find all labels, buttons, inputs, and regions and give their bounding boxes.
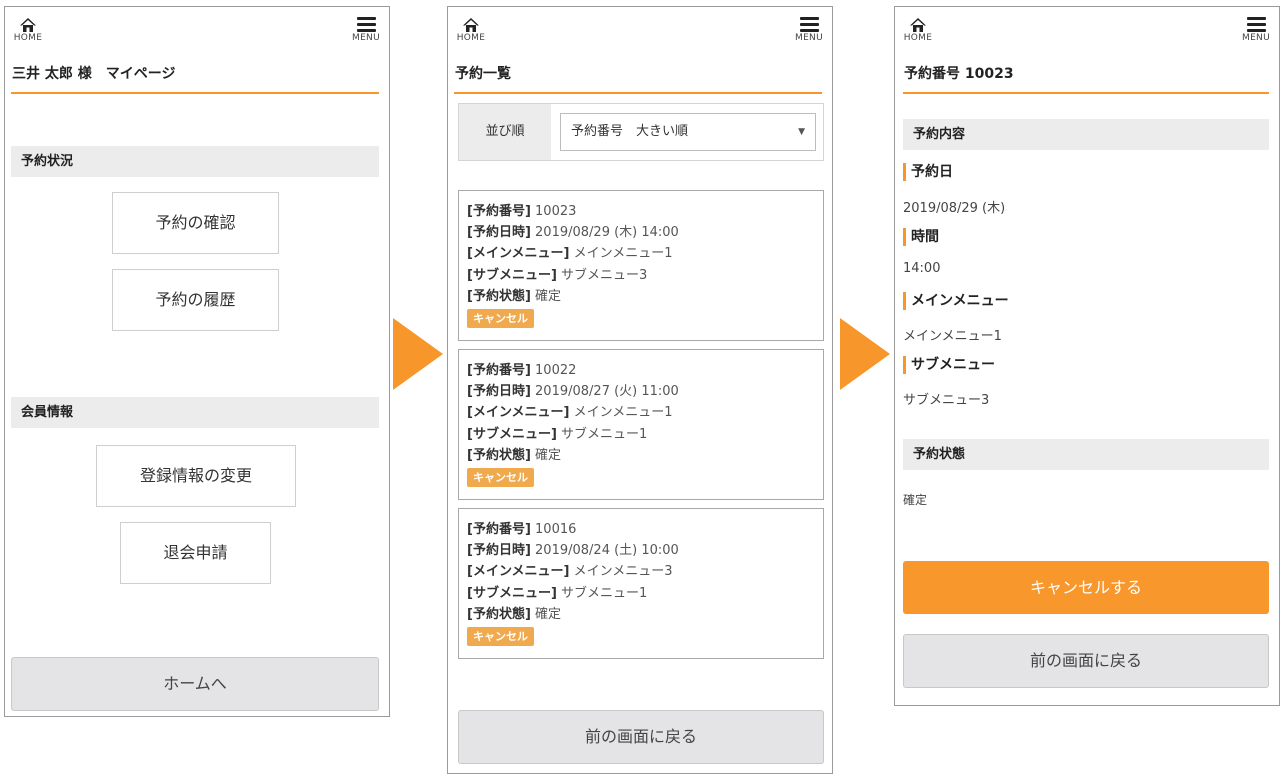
back-button[interactable]: 前の画面に戻る [903, 634, 1269, 688]
label-time: 時間 [903, 228, 939, 246]
card-row-number: [予約番号] 10016 [467, 522, 577, 537]
menu-icon [356, 17, 376, 32]
header-bar: HOME MENU [448, 7, 832, 55]
card-row-sub: [サブメニュー] サブメニュー1 [467, 585, 648, 601]
value-sub-menu: サブメニュー3 [903, 393, 990, 408]
reservation-detail-screen: HOME MENU 予約番号 10023 予約内容 予約日 2019/08/29… [894, 6, 1280, 706]
card-row-datetime: [予約日時] 2019/08/29 (木) 14:00 [467, 225, 679, 241]
sort-box: 並び順 予約番号 大きい順 ▼ [458, 103, 824, 161]
menu-button[interactable]: MENU [1241, 17, 1271, 43]
value-status: 確定 [903, 493, 928, 507]
page-title: 予約一覧 [454, 63, 822, 94]
menu-icon [799, 17, 819, 32]
reservation-card: [予約番号] 10023 [予約日時] 2019/08/29 (木) 14:00… [458, 190, 824, 341]
header-bar: HOME MENU [895, 7, 1279, 55]
menu-label: MENU [795, 33, 823, 43]
card-row-sub: [サブメニュー] サブメニュー1 [467, 426, 648, 442]
label-date: 予約日 [903, 163, 953, 181]
cancel-reservation-button[interactable]: キャンセルする [903, 561, 1269, 614]
card-row-status: [予約状態] 確定 [467, 606, 562, 622]
home-label: HOME [456, 33, 486, 43]
card-row-number: [予約番号] 10023 [467, 204, 577, 219]
section-reservation-heading: 予約状況 [11, 146, 379, 177]
page-title: 予約番号 10023 [903, 63, 1269, 94]
value-time: 14:00 [903, 261, 941, 276]
flow-arrow-icon [393, 318, 443, 390]
go-home-button[interactable]: ホームへ [11, 657, 379, 711]
dropdown-arrow-icon: ▼ [798, 127, 805, 137]
home-label: HOME [13, 33, 43, 43]
page-title: 三井 太郎 様 マイページ [11, 63, 379, 94]
header-bar: HOME MENU [5, 7, 389, 55]
flow-arrow-icon [840, 318, 890, 390]
label-main-menu: メインメニュー [903, 292, 1009, 310]
sort-label: 並び順 [459, 104, 551, 160]
card-row-main: [メインメニュー] メインメニュー1 [467, 246, 673, 262]
home-button[interactable]: HOME [456, 17, 486, 43]
sort-value: 予約番号 大きい順 [571, 124, 689, 139]
reservation-card: [予約番号] 10016 [予約日時] 2019/08/24 (土) 10:00… [458, 508, 824, 659]
menu-label: MENU [1242, 33, 1270, 43]
reservation-list-screen: HOME MENU 予約一覧 並び順 予約番号 大きい順 ▼ [予約番号] 10… [447, 6, 833, 774]
value-date: 2019/08/29 (木) [903, 201, 1006, 216]
card-row-number: [予約番号] 10022 [467, 363, 577, 378]
home-button[interactable]: HOME [903, 17, 933, 43]
change-registration-button[interactable]: 登録情報の変更 [96, 445, 296, 507]
card-row-datetime: [予約日時] 2019/08/24 (土) 10:00 [467, 543, 679, 559]
cancel-badge-button[interactable]: キャンセル [467, 468, 534, 488]
section-status-heading: 予約状態 [903, 439, 1269, 470]
home-icon [20, 18, 36, 32]
withdraw-request-button[interactable]: 退会申請 [120, 522, 271, 584]
home-button[interactable]: HOME [13, 17, 43, 43]
menu-icon [1246, 17, 1266, 32]
reservation-history-button[interactable]: 予約の履歴 [112, 269, 279, 331]
card-row-sub: [サブメニュー] サブメニュー3 [467, 267, 648, 283]
card-row-main: [メインメニュー] メインメニュー1 [467, 405, 673, 421]
section-content-heading: 予約内容 [903, 119, 1269, 150]
home-icon [910, 18, 926, 32]
sort-select[interactable]: 予約番号 大きい順 ▼ [560, 113, 816, 151]
section-member-heading: 会員情報 [11, 397, 379, 428]
label-sub-menu: サブメニュー [903, 356, 995, 374]
menu-button[interactable]: MENU [794, 17, 824, 43]
card-row-status: [予約状態] 確定 [467, 447, 562, 463]
home-icon [463, 18, 479, 32]
value-main-menu: メインメニュー1 [903, 329, 1002, 344]
cancel-badge-button[interactable]: キャンセル [467, 309, 534, 329]
menu-label: MENU [352, 33, 380, 43]
menu-button[interactable]: MENU [351, 17, 381, 43]
home-label: HOME [903, 33, 933, 43]
reservation-card: [予約番号] 10022 [予約日時] 2019/08/27 (火) 11:00… [458, 349, 824, 500]
card-row-datetime: [予約日時] 2019/08/27 (火) 11:00 [467, 384, 679, 400]
cancel-badge-button[interactable]: キャンセル [467, 627, 534, 647]
mypage-screen: HOME MENU 三井 太郎 様 マイページ 予約状況 予約の確認 予約の履歴… [4, 6, 390, 717]
card-row-status: [予約状態] 確定 [467, 288, 562, 304]
confirm-reservation-button[interactable]: 予約の確認 [112, 192, 279, 254]
back-button[interactable]: 前の画面に戻る [458, 710, 824, 764]
card-row-main: [メインメニュー] メインメニュー3 [467, 564, 673, 580]
